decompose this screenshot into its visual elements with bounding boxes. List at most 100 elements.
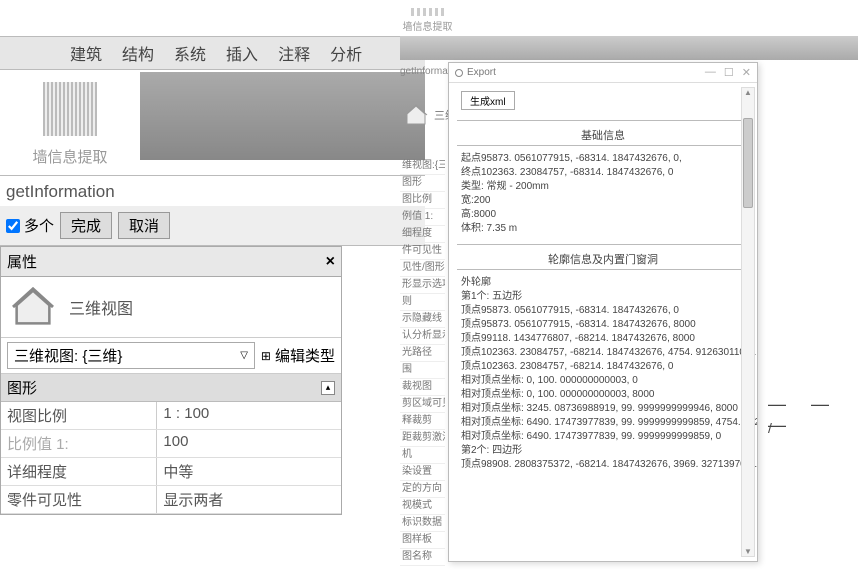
tab-insert[interactable]: 插入 [226, 41, 258, 65]
house-icon [11, 287, 55, 327]
action-bar: 多个 完成 取消 [0, 206, 425, 246]
param-value[interactable]: 100 [157, 430, 341, 457]
scroll-thumb[interactable] [743, 118, 753, 208]
param-group-header[interactable]: 图形 ▴ [1, 374, 341, 402]
side-list-item[interactable]: 视模式 [400, 498, 445, 515]
tab-systems[interactable]: 系统 [174, 41, 206, 65]
param-value[interactable]: 1 : 100 [157, 402, 341, 429]
dialog-titlebar[interactable]: Export — ☐ ✕ [449, 63, 757, 83]
side-property-list: 维视图:{三维}图形图比例例值 1:细程度件可见性见性/图形替换形显示选项则示隐… [400, 158, 445, 566]
view-name: 三维视图 [69, 295, 133, 319]
side-list-item[interactable]: 释裁剪 [400, 413, 445, 430]
wall-icon [43, 82, 97, 136]
close-icon[interactable]: ✕ [742, 66, 751, 79]
wall-info-tool-button[interactable]: 墙信息提取 [0, 70, 140, 175]
side-list-item[interactable]: 见性/图形替换 [400, 260, 445, 277]
data-line: 相对顶点坐标: 6490. 17473977839, 99. 999999999… [461, 416, 749, 430]
properties-header: 属性 × [0, 246, 342, 277]
tab-annotate[interactable]: 注释 [278, 41, 310, 65]
param-label: 比例值 1: [1, 430, 157, 457]
side-list-item[interactable]: 围 [400, 362, 445, 379]
side-list-item[interactable]: 细程度 [400, 226, 445, 243]
mini-title: 墙信息提取 [400, 6, 455, 33]
decoration-slash: / [768, 420, 772, 436]
properties-title: 属性 [7, 251, 37, 272]
data-line: 相对顶点坐标: 0, 100. 000000000003, 8000 [461, 388, 749, 402]
data-line: 起点95873. 0561077915, -68314. 1847432676,… [461, 152, 749, 166]
param-row: 详细程度 中等 [1, 458, 341, 486]
data-line: 高:8000 [461, 208, 749, 222]
tab-structure[interactable]: 结构 [122, 41, 154, 65]
data-line: 第1个: 五边形 [461, 290, 749, 304]
data-line: 外轮廓 [461, 276, 749, 290]
ribbon-tabs: 建筑 结构 系统 插入 注释 分析 [0, 36, 425, 70]
param-value[interactable]: 显示两者 [157, 486, 341, 513]
data-line: 体积: 7.35 m [461, 222, 749, 236]
side-list-item[interactable]: 图比例 [400, 192, 445, 209]
side-list-item[interactable]: 件可见性 [400, 243, 445, 260]
param-value[interactable]: 中等 [157, 458, 341, 485]
properties-panel: 三维视图 三维视图: {三维} ▽ ⊞ 编辑类型 图形 ▴ 视图比例 1 : 1… [0, 277, 342, 515]
data-line: 相对顶点坐标: 0, 100. 000000000003, 0 [461, 374, 749, 388]
scrollbar-vertical[interactable]: ▲ ▼ [741, 87, 755, 557]
side-list-item[interactable]: 标识数据 [400, 515, 445, 532]
data-line: 顶点95873. 0561077915, -68314. 1847432676,… [461, 318, 749, 332]
param-label: 视图比例 [1, 402, 157, 429]
side-list-item[interactable]: 图样板 [400, 532, 445, 549]
edit-grid-icon: ⊞ [261, 349, 271, 363]
collapse-icon[interactable]: ▴ [321, 381, 335, 395]
side-list-item[interactable]: 图形 [400, 175, 445, 192]
app-icon [455, 69, 463, 77]
side-list-item[interactable]: 剪区域可见 [400, 396, 445, 413]
data-line: 宽:200 [461, 194, 749, 208]
data-line: 类型: 常规 - 200mm [461, 180, 749, 194]
type-dropdown[interactable]: 三维视图: {三维} ▽ [7, 342, 255, 369]
data-line: 第2个: 四边形 [461, 444, 749, 458]
data-line: 顶点95873. 0561077915, -68314. 1847432676,… [461, 304, 749, 318]
data-line: 顶点102363. 23084757, -68214. 1847432676, … [461, 346, 749, 360]
data-line: 相对顶点坐标: 6490. 17473977839, 99. 999999999… [461, 430, 749, 444]
side-list-item[interactable]: 则 [400, 294, 445, 311]
multi-checkbox[interactable]: 多个 [6, 215, 54, 236]
data-line: 顶点98908. 2808375372, -68214. 1847432676,… [461, 458, 749, 472]
section-header-basic: 基础信息 [457, 127, 749, 143]
export-dialog: Export — ☐ ✕ 生成xml 基础信息 起点95873. 0561077… [448, 62, 758, 562]
side-list-item[interactable]: 染设置 [400, 464, 445, 481]
param-row: 比例值 1: 100 [1, 430, 341, 458]
maximize-icon[interactable]: ☐ [724, 66, 734, 79]
tab-architecture[interactable]: 建筑 [70, 41, 102, 65]
side-list-item[interactable]: 例值 1: [400, 209, 445, 226]
cancel-button[interactable]: 取消 [118, 212, 170, 239]
generate-xml-button[interactable]: 生成xml [461, 91, 515, 110]
side-list-item[interactable]: 图名称 [400, 549, 445, 566]
type-selector-row: 三维视图: {三维} ▽ ⊞ 编辑类型 [1, 338, 341, 374]
close-icon[interactable]: × [326, 253, 335, 271]
side-list-item[interactable]: 认分析显示… [400, 328, 445, 345]
side-list-item[interactable]: 形显示选项 [400, 277, 445, 294]
minimize-icon[interactable]: — [705, 66, 716, 79]
outline-info-lines: 外轮廓第1个: 五边形顶点95873. 0561077915, -68314. … [457, 276, 749, 472]
side-list-item[interactable]: 维视图:{三维} [400, 158, 445, 175]
scroll-down-icon[interactable]: ▼ [742, 547, 754, 556]
edit-type-button[interactable]: ⊞ 编辑类型 [261, 345, 335, 366]
side-list-item[interactable]: 定的方向 [400, 481, 445, 498]
side-list-item[interactable]: 距裁剪激活 [400, 430, 445, 447]
view-row: 三维视图 [1, 277, 341, 338]
viewport-placeholder [140, 72, 425, 160]
data-line: 顶点102363. 23084757, -68214. 1847432676, … [461, 360, 749, 374]
param-label: 零件可见性 [1, 486, 157, 513]
multi-checkbox-input[interactable] [6, 219, 20, 233]
tab-analyze[interactable]: 分析 [330, 41, 362, 65]
side-list-item[interactable]: 机 [400, 447, 445, 464]
scroll-up-icon[interactable]: ▲ [742, 88, 754, 97]
param-row: 零件可见性 显示两者 [1, 486, 341, 514]
complete-button[interactable]: 完成 [60, 212, 112, 239]
side-list-item[interactable]: 示隐藏线 [400, 311, 445, 328]
data-line: 顶点99118. 1434776807, -68214. 1847432676,… [461, 332, 749, 346]
chevron-down-icon: ▽ [240, 350, 248, 361]
dialog-title: Export [455, 67, 496, 78]
side-list-item[interactable]: 光路径 [400, 345, 445, 362]
side-list-item[interactable]: 裁视图 [400, 379, 445, 396]
param-label: 详细程度 [1, 458, 157, 485]
section-header-outline: 轮廓信息及内置门窗洞 [457, 251, 749, 267]
